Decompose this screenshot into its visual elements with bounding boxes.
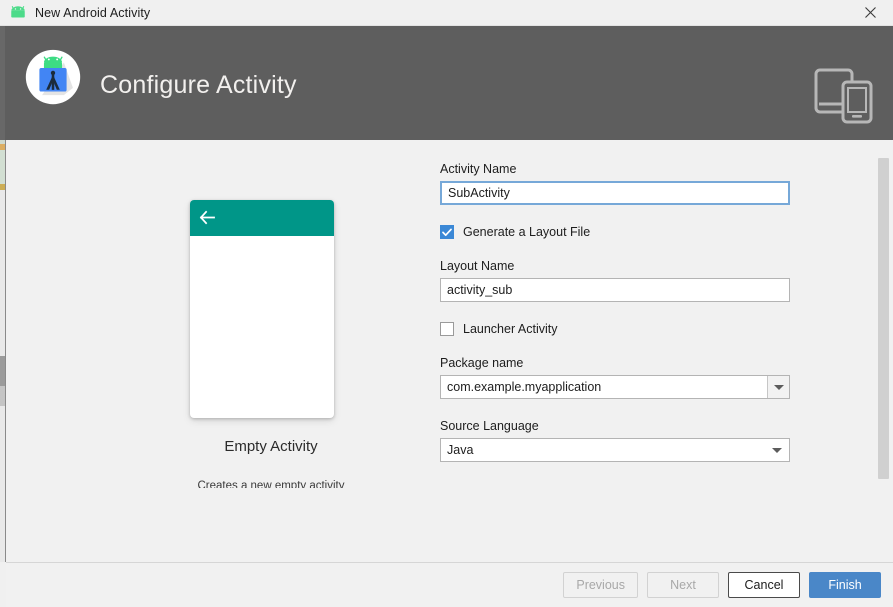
package-name-input[interactable] [440, 375, 790, 399]
activity-name-label: Activity Name [440, 162, 517, 176]
activity-preview-card [190, 200, 334, 418]
content-scrollbar[interactable] [878, 140, 889, 562]
next-button[interactable]: Next [647, 572, 719, 598]
template-description: Creates a new empty activity [197, 480, 345, 488]
launcher-activity-checkbox-row[interactable]: Launcher Activity [440, 322, 794, 336]
close-button[interactable] [847, 0, 893, 25]
new-android-activity-dialog: New Android Activity Configure Activity … [0, 0, 893, 607]
preview-appbar [190, 200, 334, 236]
scrollbar-thumb[interactable] [878, 158, 889, 479]
check-icon [442, 228, 452, 236]
source-language-dropdown-button[interactable] [766, 439, 787, 461]
window-titlebar: New Android Activity [0, 0, 893, 26]
activity-name-input[interactable] [440, 181, 790, 205]
close-icon [864, 7, 876, 18]
page-title: Configure Activity [100, 71, 297, 99]
tablet-phone-icon [814, 68, 873, 124]
generate-layout-label: Generate a Layout File [463, 225, 591, 239]
template-name: Empty Activity [224, 438, 318, 455]
dialog-content: Empty Activity Creates a new empty activ… [6, 140, 893, 562]
source-language-combobox[interactable] [440, 438, 790, 462]
dialog-header: Configure Activity [0, 26, 893, 140]
back-arrow-icon [199, 210, 215, 225]
source-language-value[interactable] [440, 438, 790, 462]
launcher-activity-label: Launcher Activity [463, 322, 558, 336]
android-icon [11, 5, 25, 17]
generate-layout-checkbox[interactable] [440, 225, 454, 239]
package-name-label: Package name [440, 356, 524, 370]
source-language-label: Source Language [440, 419, 539, 433]
chevron-down-icon [771, 447, 782, 453]
chevron-down-icon [773, 384, 784, 390]
dialog-footer: Previous Next Cancel Finish [6, 563, 893, 607]
layout-name-label: Layout Name [440, 259, 515, 273]
finish-button[interactable]: Finish [809, 572, 881, 598]
launcher-activity-checkbox[interactable] [440, 322, 454, 336]
activity-form: Activity Name Generate a Layout File Lay… [440, 140, 794, 462]
cancel-button[interactable]: Cancel [728, 572, 800, 598]
template-preview: Empty Activity Creates a new empty activ… [126, 140, 416, 562]
package-name-dropdown-button[interactable] [767, 376, 789, 398]
package-name-combobox[interactable] [440, 375, 790, 399]
window-title: New Android Activity [35, 5, 151, 20]
android-studio-logo-icon [25, 49, 81, 105]
previous-button[interactable]: Previous [563, 572, 638, 598]
layout-name-input[interactable] [440, 278, 790, 302]
generate-layout-checkbox-row[interactable]: Generate a Layout File [440, 225, 794, 239]
